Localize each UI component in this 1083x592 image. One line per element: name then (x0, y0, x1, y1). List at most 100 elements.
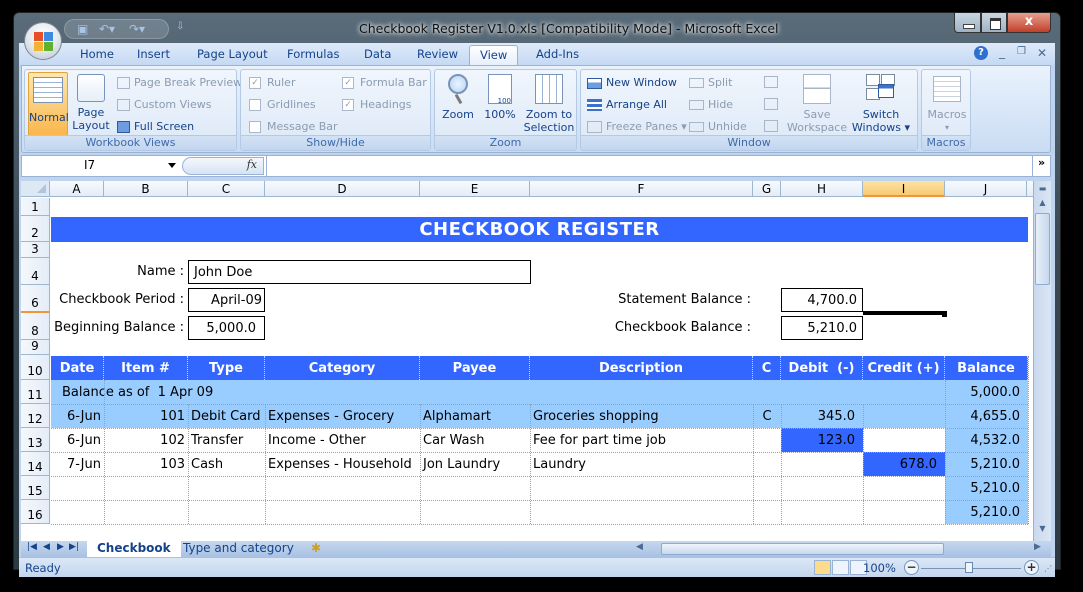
workbook-close-icon[interactable]: ✕ (1037, 46, 1047, 60)
cell-debit[interactable]: 345.0 (781, 404, 863, 428)
office-button[interactable] (24, 22, 62, 60)
custom-views-button[interactable]: Custom Views (117, 98, 211, 111)
tab-review[interactable]: Review (417, 47, 458, 61)
view-side-by-side-icon[interactable] (764, 76, 778, 88)
cell-debit[interactable] (781, 452, 863, 476)
cell-description[interactable]: Groceries shopping (530, 404, 753, 428)
zoom-100-button[interactable]: 100 100% (481, 74, 519, 121)
new-window-button[interactable]: New Window (587, 76, 677, 89)
row-header-12[interactable]: 12 (21, 404, 50, 428)
maximize-button[interactable] (981, 13, 1007, 33)
cell-credit[interactable] (863, 404, 945, 428)
zoom-in-button[interactable]: + (1024, 560, 1039, 575)
cell-category[interactable]: Expenses - Grocery (265, 404, 420, 428)
ribbon-restore-icon[interactable]: ❐ (1017, 46, 1026, 57)
normal-view-status-button[interactable] (814, 560, 831, 575)
tab-add-ins[interactable]: Add-Ins (536, 47, 579, 61)
column-header-b[interactable]: B (104, 181, 188, 197)
sheet-tab-checkbook[interactable]: Checkbook (87, 541, 181, 557)
cell-payee[interactable]: Jon Laundry (420, 452, 530, 476)
minimize-button[interactable] (954, 13, 981, 33)
checkbook-period-cell[interactable]: April-09 (188, 288, 265, 312)
cell-balance[interactable]: 5,210.0 (945, 452, 1028, 476)
cell-description[interactable]: Laundry (530, 452, 753, 476)
select-all-button[interactable] (21, 181, 50, 197)
vertical-scroll-thumb[interactable] (1035, 213, 1050, 285)
last-sheet-icon[interactable]: ▶| (69, 542, 79, 552)
cell-type[interactable]: Transfer (188, 428, 265, 452)
row-header-8[interactable]: 8 (21, 313, 50, 340)
cell-cleared[interactable] (753, 428, 781, 452)
name-box[interactable]: I7 (22, 156, 177, 176)
zoom-level[interactable]: 100% (863, 561, 896, 575)
resize-grip-icon[interactable]: ⋰ (1044, 564, 1052, 573)
cell-category[interactable]: Expenses - Household (265, 452, 420, 476)
tab-view[interactable]: View (469, 45, 519, 67)
page-layout-button[interactable]: Page Layout (71, 74, 111, 138)
row-header-16[interactable]: 16 (21, 500, 50, 524)
cell-item[interactable]: 101 (104, 404, 188, 428)
full-screen-button[interactable]: Full Screen (117, 120, 194, 133)
tab-home[interactable]: Home (80, 47, 114, 61)
checkbox-ruler[interactable]: ✓ (249, 77, 261, 89)
cell-credit[interactable]: 678.0 (863, 452, 945, 476)
switch-windows-button[interactable]: Switch Windows ▾ (849, 74, 913, 134)
redo-icon[interactable]: ↷▾ (129, 22, 145, 36)
beginning-balance-cell[interactable]: 5,000.0 (188, 316, 265, 340)
fill-handle[interactable] (942, 312, 947, 317)
row-header-10[interactable]: 10 (21, 355, 50, 380)
page-layout-status-button[interactable] (832, 560, 849, 575)
page-break-preview-button[interactable]: Page Break Preview (117, 76, 242, 89)
column-header-h[interactable]: H (781, 181, 863, 197)
row-header-13[interactable]: 13 (21, 428, 50, 452)
customize-qat-icon[interactable]: ⇩ (176, 21, 184, 32)
zoom-to-selection-button[interactable]: Zoom to Selection (523, 74, 575, 134)
cell-credit[interactable] (863, 428, 945, 452)
row-header-3[interactable]: 3 (21, 242, 50, 258)
vertical-scrollbar[interactable]: ▬ ▲ ▼ (1033, 181, 1051, 541)
scroll-left-icon[interactable]: ◀ (636, 542, 643, 552)
close-button[interactable]: x (1007, 13, 1051, 33)
cell-balance[interactable]: 5,210.0 (945, 476, 1028, 500)
macros-button[interactable]: Macros ▾ (926, 76, 968, 134)
cell-balance[interactable]: 4,655.0 (945, 404, 1028, 428)
formula-input[interactable] (266, 156, 1030, 176)
column-header-j[interactable]: J (945, 181, 1027, 197)
column-header-c[interactable]: C (188, 181, 265, 197)
zoom-out-button[interactable]: − (904, 560, 919, 575)
row-header-4[interactable]: 4 (21, 258, 50, 285)
reset-window-position-icon[interactable] (764, 120, 778, 132)
cell-debit[interactable]: 123.0 (781, 428, 863, 452)
zoom-button[interactable]: Zoom (439, 74, 477, 121)
row-header-15[interactable]: 15 (21, 476, 50, 500)
column-header-a[interactable]: A (50, 181, 104, 197)
tab-data[interactable]: Data (364, 47, 391, 61)
name-box-dropdown-icon[interactable] (168, 163, 176, 168)
row-header-1[interactable]: 1 (21, 198, 50, 216)
cell-item[interactable]: 102 (104, 428, 188, 452)
cell-date[interactable]: 6-Jun (51, 404, 104, 428)
tab-page-layout[interactable]: Page Layout (197, 47, 268, 61)
column-header-f[interactable]: F (530, 181, 753, 197)
cell-item[interactable]: 103 (104, 452, 188, 476)
split-button[interactable]: Split (689, 76, 732, 89)
cell-cleared[interactable] (753, 452, 781, 476)
arrange-all-button[interactable]: Arrange All (587, 98, 667, 111)
cell-payee[interactable]: Car Wash (420, 428, 530, 452)
opening-balance-value[interactable]: 5,000.0 (945, 380, 1028, 404)
normal-view-button[interactable]: Normal (28, 72, 69, 136)
column-header-g[interactable]: G (753, 181, 781, 197)
cell-balance[interactable]: 4,532.0 (945, 428, 1028, 452)
horizontal-scrollbar[interactable]: ◀ ▶ (636, 541, 1051, 557)
cell-type[interactable]: Debit Card (188, 404, 265, 428)
scroll-right-icon[interactable]: ▶ (1034, 542, 1041, 552)
row-header-11[interactable]: 11 (21, 380, 50, 404)
cell-payee[interactable]: Alphamart (420, 404, 530, 428)
tab-formulas[interactable]: Formulas (287, 47, 340, 61)
help-icon[interactable]: ? (974, 46, 988, 60)
name-cell[interactable]: John Doe (188, 260, 531, 284)
statement-balance-cell[interactable]: 4,700.0 (781, 288, 863, 312)
unhide-button[interactable]: Unhide (689, 120, 747, 133)
ribbon-minimize-icon[interactable]: _ (999, 45, 1005, 59)
scroll-down-icon[interactable]: ▼ (1034, 521, 1051, 537)
